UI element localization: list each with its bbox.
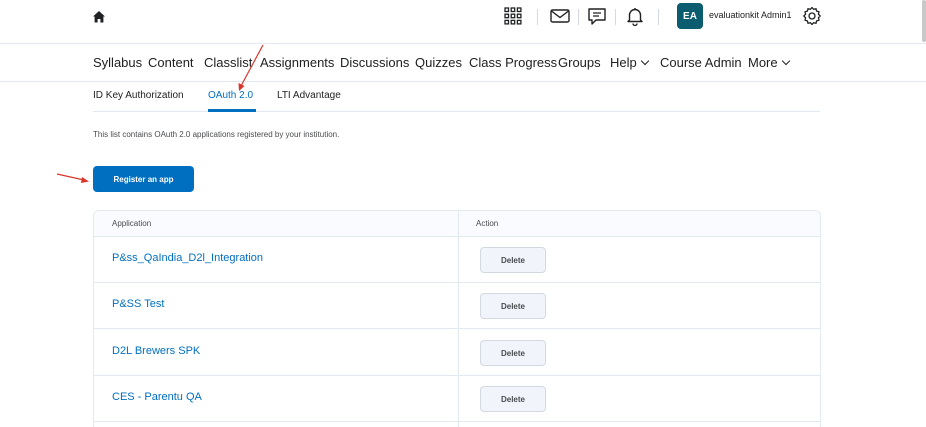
nav-item-classlist[interactable]: Classlist	[204, 55, 252, 70]
nav-item-class-progress[interactable]: Class Progress	[469, 55, 557, 70]
delete-button[interactable]: Delete	[480, 340, 546, 366]
delete-button[interactable]: Delete	[480, 293, 546, 319]
nav-item-help[interactable]: Help	[610, 55, 649, 70]
toolbar-separator	[537, 9, 538, 25]
nav-item-more-label: More	[748, 55, 778, 70]
tab-lti-advantage[interactable]: LTI Advantage	[277, 90, 341, 101]
app-link[interactable]: D2L Brewers SPK	[112, 345, 200, 357]
page-description: This list contains OAuth 2.0 application…	[93, 130, 340, 139]
arrow-to-register-button	[56, 173, 89, 183]
nav-item-groups[interactable]: Groups	[558, 55, 601, 70]
nav-item-course-admin[interactable]: Course Admin	[660, 55, 742, 70]
nav-item-more[interactable]: More	[748, 55, 790, 70]
app-link[interactable]: P&ss_QaIndia_D2l_Integration	[112, 252, 263, 264]
tab-oauth-2[interactable]: OAuth 2.0	[208, 90, 253, 101]
toolbar-separator	[658, 9, 659, 25]
username-label[interactable]: evaluationkit Admin1	[709, 10, 792, 20]
top-header: EA evaluationkit Admin1	[0, 0, 926, 44]
nav-item-syllabus[interactable]: Syllabus	[93, 55, 142, 70]
active-tab-indicator	[208, 109, 256, 112]
app-link[interactable]: P&SS Test	[112, 298, 164, 310]
course-navbar: Syllabus Content Classlist Assignments D…	[0, 44, 926, 82]
gear-icon[interactable]	[801, 5, 823, 27]
column-divider	[458, 211, 459, 427]
nav-item-assignments[interactable]: Assignments	[260, 55, 334, 70]
register-app-button[interactable]: Register an app	[93, 166, 194, 192]
column-header-action: Action	[476, 219, 499, 228]
tab-id-key-authorization[interactable]: ID Key Authorization	[93, 90, 184, 101]
chat-icon[interactable]	[586, 5, 608, 27]
column-header-application: Application	[112, 219, 152, 228]
subtabs: ID Key Authorization OAuth 2.0 LTI Advan…	[93, 82, 820, 112]
applications-table: Application Action P&ss_QaIndia_D2l_Inte…	[93, 210, 821, 427]
app-link[interactable]: CES - Parentu QA	[112, 391, 202, 403]
bell-icon[interactable]	[624, 5, 646, 27]
nav-item-help-label: Help	[610, 55, 637, 70]
chevron-down-icon	[640, 56, 649, 65]
mail-icon[interactable]	[549, 5, 571, 27]
toolbar-separator	[615, 9, 616, 25]
scrollbar[interactable]	[922, 0, 926, 42]
chevron-down-icon	[781, 56, 790, 65]
avatar[interactable]: EA	[677, 3, 703, 29]
nav-item-discussions[interactable]: Discussions	[340, 55, 409, 70]
apps-grid-icon[interactable]	[502, 5, 524, 27]
nav-item-content[interactable]: Content	[148, 55, 194, 70]
home-icon[interactable]	[91, 9, 107, 25]
nav-item-quizzes[interactable]: Quizzes	[415, 55, 462, 70]
delete-button[interactable]: Delete	[480, 386, 546, 412]
toolbar-separator	[578, 9, 579, 25]
delete-button[interactable]: Delete	[480, 247, 546, 273]
